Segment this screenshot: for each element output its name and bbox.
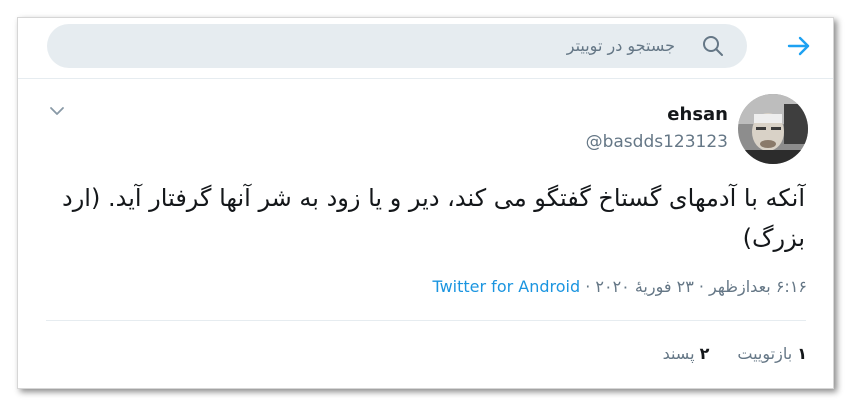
arrow-right-icon[interactable] [786, 33, 812, 59]
likes-label: پسند [662, 344, 695, 363]
retweets-count: ۱ [797, 344, 807, 363]
likes-count: ۲ [699, 344, 710, 363]
user-handle[interactable]: @basdds123123 [586, 132, 728, 152]
user-name[interactable]: ehsan [667, 104, 728, 125]
stats-divider [46, 320, 806, 321]
retweets-label: بازتوییت [737, 344, 793, 363]
retweets-stat[interactable]: ۱ بازتوییت [737, 344, 807, 363]
top-bar: جستجو در توییتر [18, 18, 833, 78]
chevron-down-icon[interactable] [48, 102, 66, 120]
avatar-image [738, 94, 808, 164]
avatar[interactable] [738, 94, 808, 164]
tweet-meta: ۶:۱۶ بعدازظهر · ۲۳ فوریهٔ ۲۰۲۰ · Twitter… [432, 277, 807, 296]
likes-stat[interactable]: ۲ پسند [663, 344, 710, 363]
top-divider [18, 78, 833, 79]
tweet-window: جستجو در توییتر ehsan @basdds123123 آنکه… [17, 17, 834, 389]
tweet-text: آنکه با آدمهای گستاخ گفتگو می کند، دیر و… [62, 184, 805, 252]
search-input[interactable]: جستجو در توییتر [47, 24, 747, 68]
tweet-timestamp[interactable]: ۶:۱۶ بعدازظهر · ۲۳ فوریهٔ ۲۰۲۰ [595, 277, 807, 296]
tweet-stats: ۱ بازتوییت ۲ پسند [663, 344, 807, 363]
meta-separator: · [580, 277, 596, 296]
search-placeholder: جستجو در توییتر [566, 36, 675, 55]
search-icon [703, 36, 723, 56]
tweet-source-link[interactable]: Twitter for Android [432, 277, 580, 296]
